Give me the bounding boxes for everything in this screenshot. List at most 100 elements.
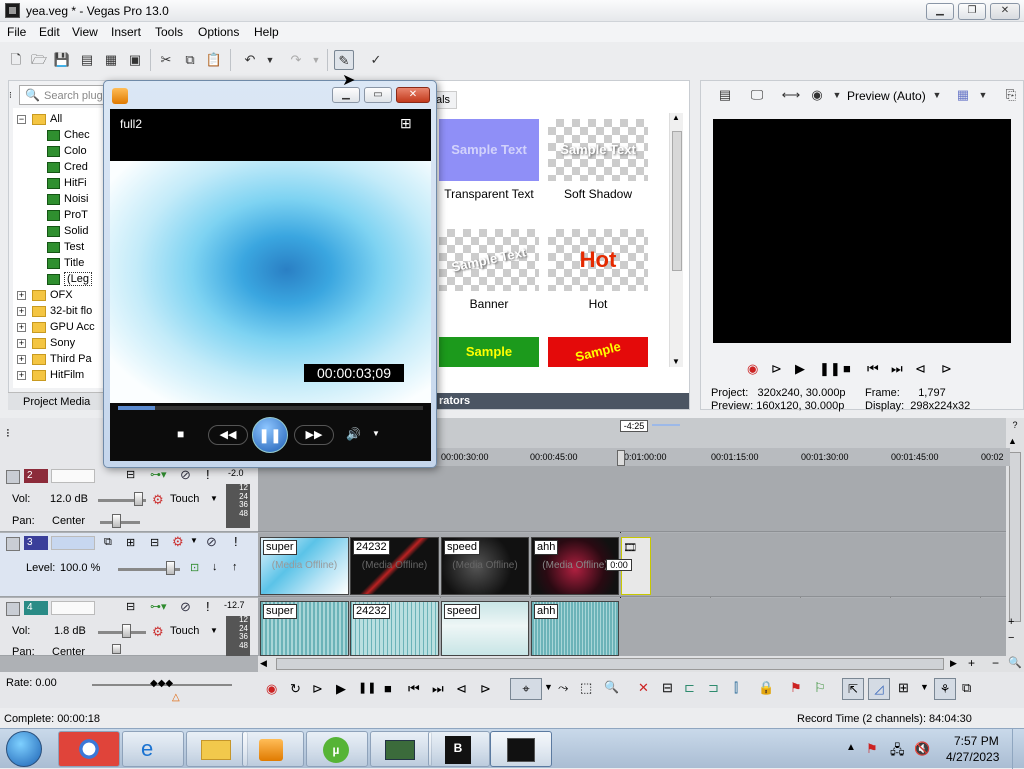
playhead-handle[interactable] [617, 450, 625, 466]
audio-clip-24232[interactable]: 24232 [350, 601, 439, 656]
player-seek-bar[interactable] [118, 406, 423, 410]
track-name-field[interactable] [51, 536, 95, 550]
switch-to-library-icon[interactable]: ⊞ [400, 115, 412, 132]
menu-tools[interactable]: Tools [155, 25, 183, 39]
player-rewind-icon[interactable]: ◀◀ [208, 425, 248, 445]
preset-thumb-red-sample[interactable]: Sample [548, 337, 648, 367]
zoom-tool-icon[interactable]: 🔍 [1008, 656, 1022, 669]
zoom-out-horizontal-icon[interactable]: − [992, 656, 999, 670]
plugin-tree-item[interactable]: + HitFilm [17, 367, 84, 383]
zoom-out-icon[interactable]: − [1008, 632, 1014, 644]
scroll-down-icon[interactable]: ▼ [672, 357, 680, 366]
next-frame-icon[interactable]: ⊳ [480, 681, 491, 697]
trim-start-icon[interactable]: ⊏ [684, 680, 695, 696]
presets-scrollbar[interactable]: ▲ ▼ [669, 113, 683, 367]
action-center-icon[interactable]: ⚑ [866, 741, 878, 757]
solo-icon[interactable]: ! [206, 467, 210, 482]
track-fx-icon[interactable]: ⊟ [150, 536, 159, 549]
delete-icon[interactable]: ✕ [638, 680, 649, 696]
menu-edit[interactable]: Edit [39, 25, 60, 39]
zoom-edit-tool-icon[interactable]: 🔍 [604, 680, 619, 694]
paste-icon[interactable]: 📋 [204, 50, 224, 70]
media-generators-tab[interactable]: rators [421, 393, 689, 409]
compositing-mode-icon[interactable]: ⊞ [126, 536, 135, 549]
preset-thumb-hot[interactable]: Hot [548, 229, 648, 291]
chrome-taskbar-icon[interactable] [58, 731, 120, 767]
track-2-lane[interactable] [258, 466, 1006, 532]
show-desktop-button[interactable] [1012, 729, 1024, 769]
preset-thumb-soft-shadow[interactable]: Sample Text [548, 119, 648, 181]
track-name-field[interactable] [51, 469, 95, 483]
track-expand-icon[interactable] [6, 602, 20, 616]
clock-date[interactable]: 4/27/2023 [946, 750, 999, 764]
screen-recorder-taskbar-icon[interactable] [370, 731, 432, 767]
plugin-tree-item[interactable]: Title [47, 255, 84, 271]
zoom-in-icon[interactable]: + [1008, 616, 1014, 628]
lock-icon[interactable]: 🔒 [758, 680, 774, 696]
go-to-start-icon[interactable]: ⏮ [408, 681, 420, 697]
prev-frame-icon[interactable]: ⊲ [456, 681, 467, 697]
track-fx-chain-icon[interactable]: ⊶▾ [150, 600, 167, 613]
new-file-icon[interactable]: 🗋 [6, 50, 26, 70]
plugin-tree-item[interactable]: Test [47, 239, 84, 255]
play-icon[interactable]: ▶ [795, 361, 805, 377]
lock-envelopes-button[interactable]: ⚘ [934, 678, 956, 700]
audio-clip-speed[interactable]: speed [441, 601, 529, 656]
plugin-tree-item[interactable]: + Sony [17, 335, 75, 351]
split-screen-icon[interactable]: ⟷ [781, 85, 801, 105]
file-explorer-taskbar-icon[interactable] [186, 731, 248, 767]
player-pause-icon[interactable]: ❚❚ [252, 417, 288, 453]
track-expand-icon[interactable] [6, 537, 20, 551]
internet-explorer-taskbar-icon[interactable]: e [122, 731, 184, 767]
automation-dropdown-icon[interactable]: ▼ [210, 494, 218, 503]
track-motion-icon[interactable]: ⧉ [104, 536, 112, 549]
scroll-right-icon[interactable]: ▶ [950, 658, 957, 669]
cut-icon[interactable]: ✂ [156, 50, 176, 70]
player-volume-dropdown-icon[interactable]: ▼ [372, 429, 380, 438]
insert-marker-icon[interactable]: ⚑ [790, 680, 802, 696]
plugin-tree-item[interactable]: + Third Pa [17, 351, 92, 367]
player-close-button[interactable]: ✕ [396, 87, 430, 103]
normal-edit-tool-button[interactable]: ⌖ [510, 678, 542, 700]
video-clip-speed[interactable]: speed (Media Offline) [441, 537, 529, 595]
track-2-header[interactable]: 2 ⊟ ⊶▾ ⊘ ! Vol: 12.0 dB ⚙ Touch ▼ Pan: C… [0, 466, 258, 532]
record-icon[interactable]: ◉ [747, 361, 758, 377]
ripple-edit-icon[interactable]: ⊞ [898, 680, 909, 696]
stop-icon[interactable]: ■ [384, 681, 392, 696]
auto-crossfade-button[interactable]: ◿ [868, 678, 890, 700]
plugin-tree-item[interactable]: − All [17, 111, 62, 127]
volume-muted-icon[interactable]: 🔇 [914, 741, 930, 757]
envelope-tool-icon[interactable]: ⤳ [558, 680, 568, 696]
pan-slider-knob[interactable] [112, 644, 121, 654]
collapse-icon[interactable]: − [17, 114, 26, 124]
overlays-dropdown-icon[interactable]: ▼ [977, 85, 989, 105]
mute-icon[interactable]: ⊘ [206, 534, 217, 550]
undo-dropdown-icon[interactable]: ▼ [264, 50, 276, 70]
mute-icon[interactable]: ⊘ [180, 467, 191, 483]
track-fx-chain-icon[interactable]: ⊶▾ [150, 468, 167, 481]
stop-icon[interactable]: ■ [843, 361, 851, 376]
vol-slider-knob[interactable] [134, 492, 143, 506]
scroll-left-icon[interactable]: ◀ [260, 658, 267, 669]
pan-slider-knob[interactable] [112, 514, 121, 528]
automation-mode[interactable]: Touch [170, 493, 199, 505]
plugin-tree-item[interactable]: + OFX [17, 287, 73, 303]
preset-thumb-green-sample[interactable]: Sample [439, 337, 539, 367]
mute-icon[interactable]: ⊘ [180, 599, 191, 615]
scroll-up-icon[interactable]: ▲ [672, 113, 680, 122]
next-frame-icon[interactable]: ⊳ [941, 361, 952, 377]
video-clip-super[interactable]: super (Media Offline) [260, 537, 349, 595]
timeline-horizontal-scrollbar[interactable]: ◀ ▶ + − 🔍 [258, 656, 1024, 672]
player-fast-forward-icon[interactable]: ▶▶ [294, 425, 334, 445]
plugin-tree-item[interactable]: HitFi [47, 175, 87, 191]
scroll-up-icon[interactable]: ▲ [1008, 436, 1017, 446]
expand-icon[interactable]: + [17, 306, 26, 316]
expand-icon[interactable]: + [17, 354, 26, 364]
copy-snapshot-icon[interactable]: ⎘ [1001, 85, 1021, 105]
solo-icon[interactable]: ! [206, 599, 210, 614]
clock-time[interactable]: 7:57 PM [954, 734, 999, 748]
preview-quality-dropdown-icon[interactable]: ▼ [931, 85, 943, 105]
plugin-tree-item[interactable]: + GPU Acc [17, 319, 95, 335]
menu-options[interactable]: Options [198, 25, 239, 39]
trim-end-icon[interactable]: ⊐ [708, 680, 719, 696]
